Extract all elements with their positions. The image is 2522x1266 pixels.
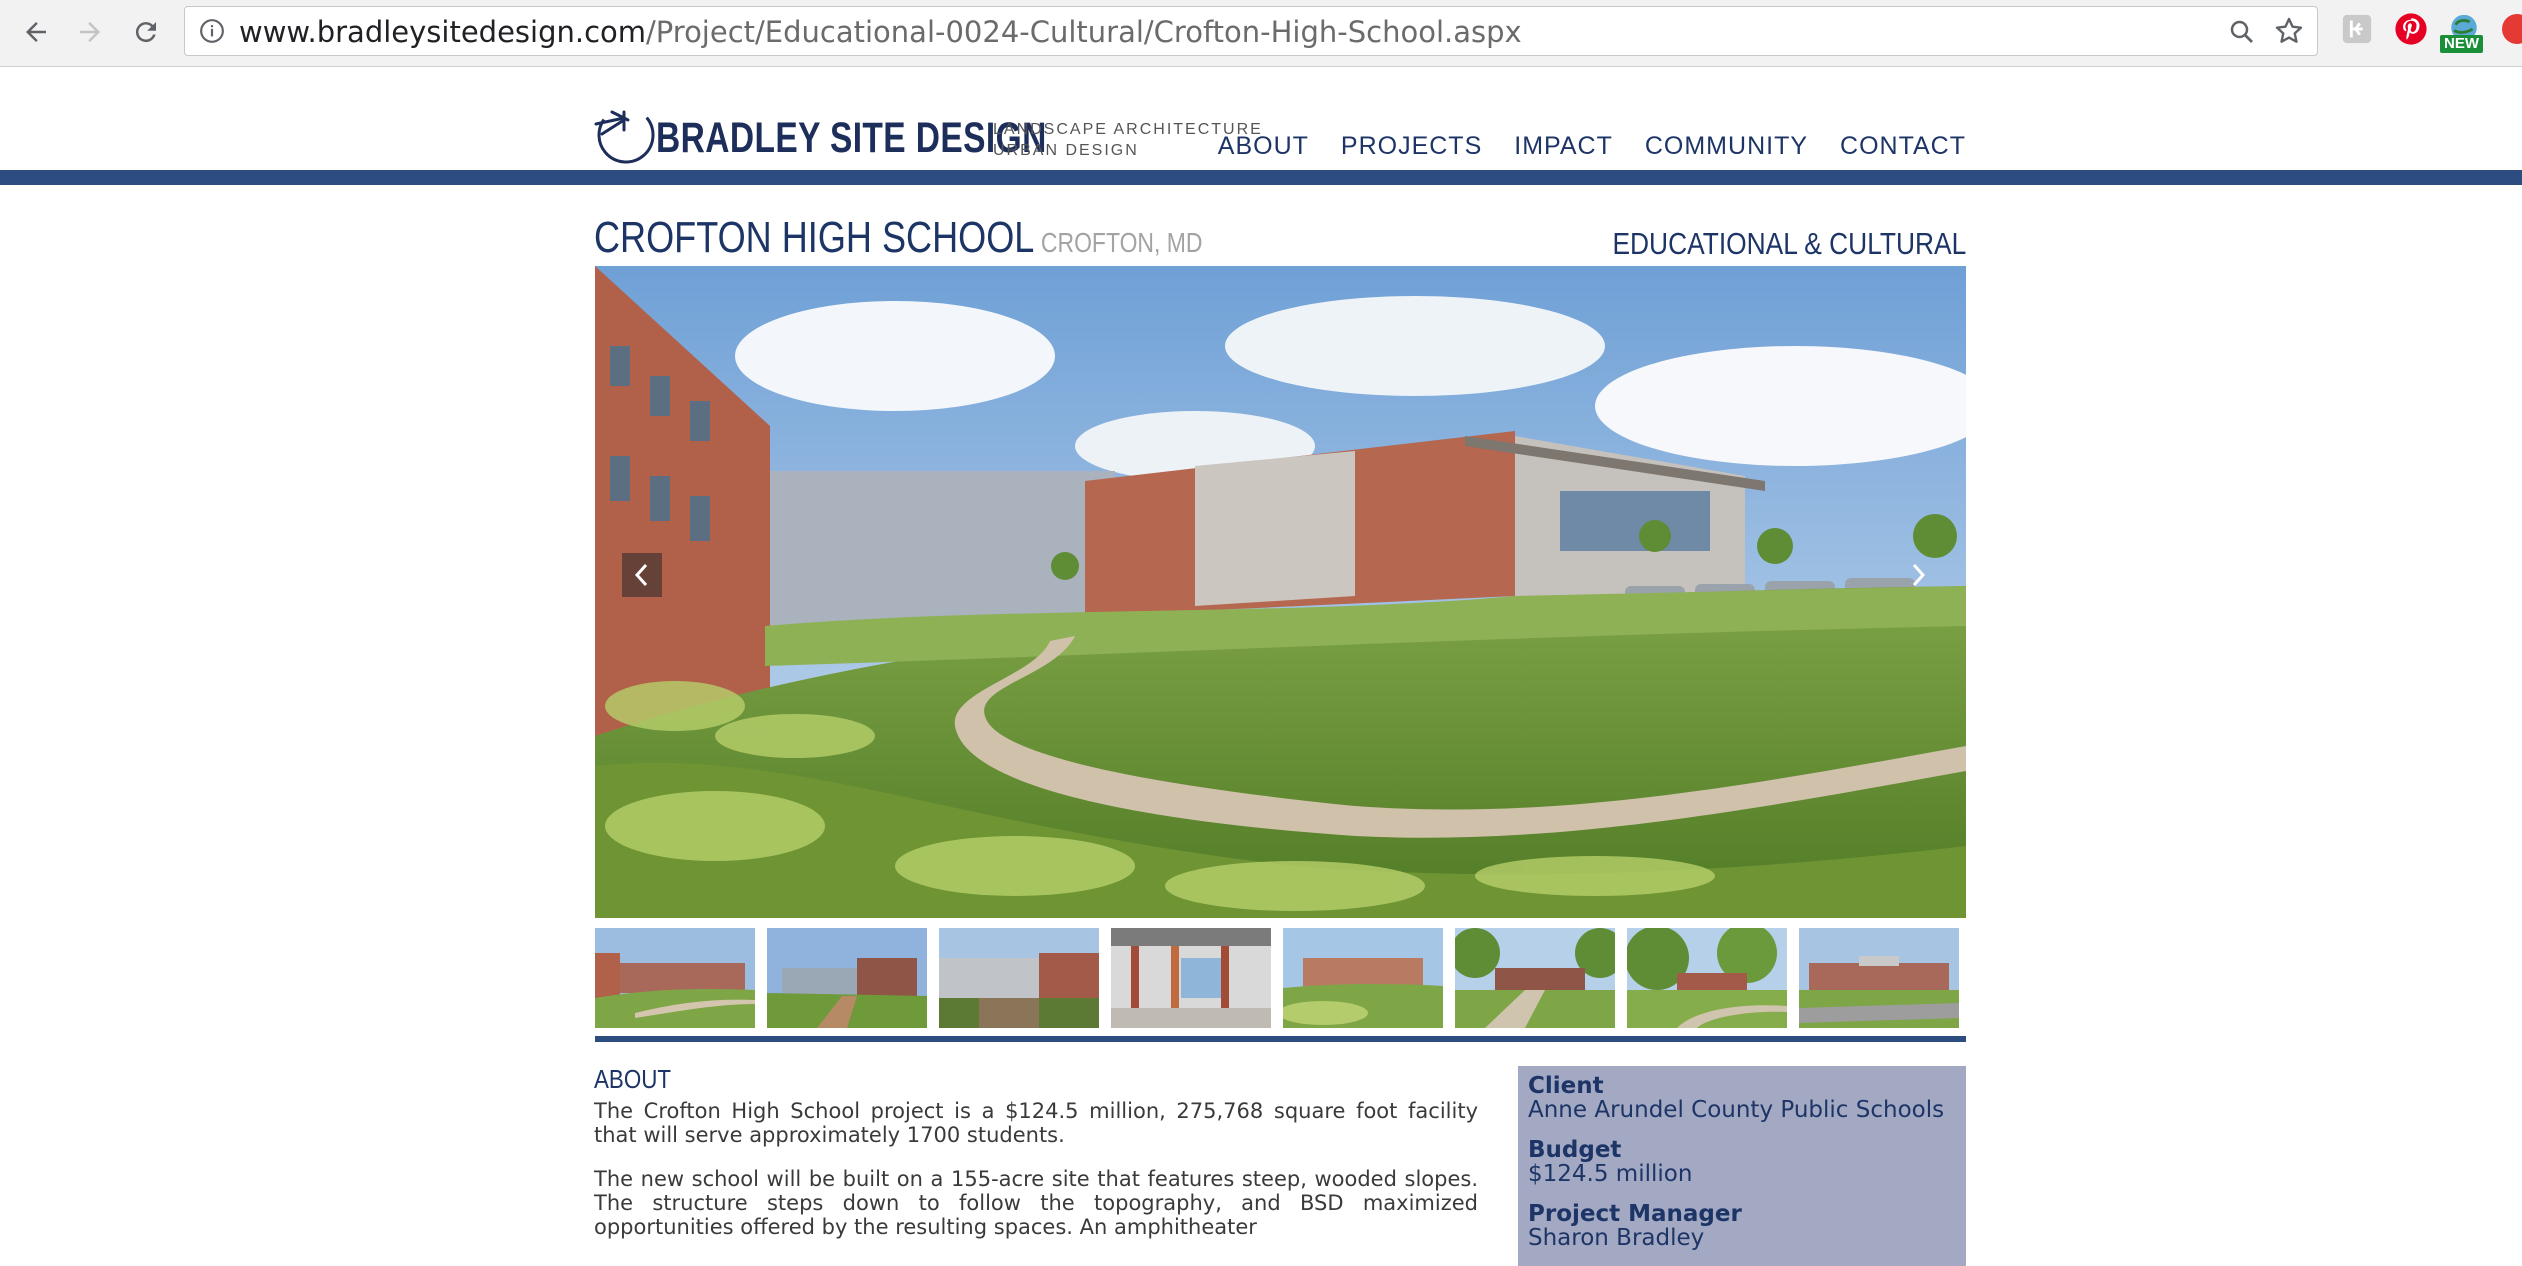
forward-icon (80, 22, 100, 42)
browser-toolbar: www.bradleysitedesign.com/Project/Educat… (0, 0, 2522, 67)
header-divider (0, 170, 2522, 185)
client-value: Anne Arundel County Public Schools (1528, 1097, 1945, 1123)
dragonfly-logo-icon[interactable] (594, 104, 656, 166)
main-nav: ABOUT PROJECTS IMPACT COMMUNITY CONTACT (1186, 128, 1966, 164)
thumbnail-divider (595, 1036, 1966, 1042)
project-info-box: Client Anne Arundel County Public School… (1518, 1066, 1966, 1266)
project-manager-value: Sharon Bradley (1528, 1225, 1705, 1251)
extension-new-badge: NEW (2440, 35, 2483, 53)
budget-label: Budget (1528, 1137, 1622, 1163)
nav-contact[interactable]: CONTACT (1840, 128, 1966, 164)
url-path: /Project/Educational-0024-Cultural/Croft… (646, 15, 1522, 49)
thumbnail-5[interactable] (1283, 928, 1443, 1028)
project-manager-label: Project Manager (1528, 1201, 1742, 1227)
thumbnail-6[interactable] (1455, 928, 1615, 1028)
thumbnail-strip (595, 928, 1966, 1028)
nav-impact[interactable]: IMPACT (1514, 128, 1613, 164)
extension-icon[interactable] (2340, 12, 2374, 46)
project-category-link[interactable]: EDUCATIONAL & CULTURAL (1612, 224, 1966, 264)
back-button[interactable] (14, 10, 58, 54)
about-heading: ABOUT (594, 1064, 672, 1094)
pinterest-icon[interactable] (2394, 12, 2428, 46)
about-text: The Crofton High School project is a $12… (594, 1099, 1478, 1259)
zoom-icon[interactable] (2227, 17, 2257, 47)
page-title: CROFTON HIGH SCHOOL CROFTON, MD (594, 210, 1202, 271)
budget-value: $124.5 million (1528, 1161, 1693, 1187)
info-icon[interactable] (199, 18, 225, 44)
thumbnail-3[interactable] (939, 928, 1099, 1028)
thumbnail-7[interactable] (1627, 928, 1787, 1028)
address-bar[interactable]: www.bradleysitedesign.com/Project/Educat… (184, 6, 2318, 56)
reload-button[interactable] (124, 10, 168, 54)
info-client: Client Anne Arundel County Public School… (1528, 1074, 1956, 1122)
url-domain: www.bradleysitedesign.com (239, 15, 647, 49)
thumbnail-4[interactable] (1111, 928, 1271, 1028)
about-paragraph-2: The new school will be built on a 155-ac… (594, 1167, 1478, 1239)
url-text[interactable]: www.bradleysitedesign.com/Project/Educat… (239, 15, 1522, 49)
nav-community[interactable]: COMMUNITY (1645, 128, 1808, 164)
forward-button[interactable] (68, 10, 112, 54)
chevron-right-icon (1912, 563, 1926, 587)
about-paragraph-1: The Crofton High School project is a $12… (594, 1099, 1478, 1147)
reload-icon (135, 22, 156, 43)
extension-partial-icon[interactable] (2502, 14, 2522, 44)
back-icon (26, 22, 46, 42)
slider-prev-button[interactable] (622, 553, 662, 597)
thumbnail-2[interactable] (767, 928, 927, 1028)
project-title: CROFTON HIGH SCHOOL (594, 213, 1035, 262)
thumbnail-1[interactable] (595, 928, 755, 1028)
nav-projects[interactable]: PROJECTS (1341, 128, 1482, 164)
info-budget: Budget $124.5 million (1528, 1138, 1956, 1186)
info-project-manager: Project Manager Sharon Bradley (1528, 1202, 1956, 1250)
slider-next-button[interactable] (1898, 553, 1938, 597)
hero-image (595, 266, 1966, 918)
client-label: Client (1528, 1073, 1604, 1099)
thumbnail-8[interactable] (1799, 928, 1959, 1028)
star-icon[interactable] (2273, 15, 2305, 47)
logo-text[interactable]: BRADLEY SITE DESIGN (656, 112, 1047, 164)
nav-about[interactable]: ABOUT (1218, 128, 1309, 164)
project-location: CROFTON, MD (1040, 227, 1203, 258)
chevron-left-icon (634, 563, 648, 587)
